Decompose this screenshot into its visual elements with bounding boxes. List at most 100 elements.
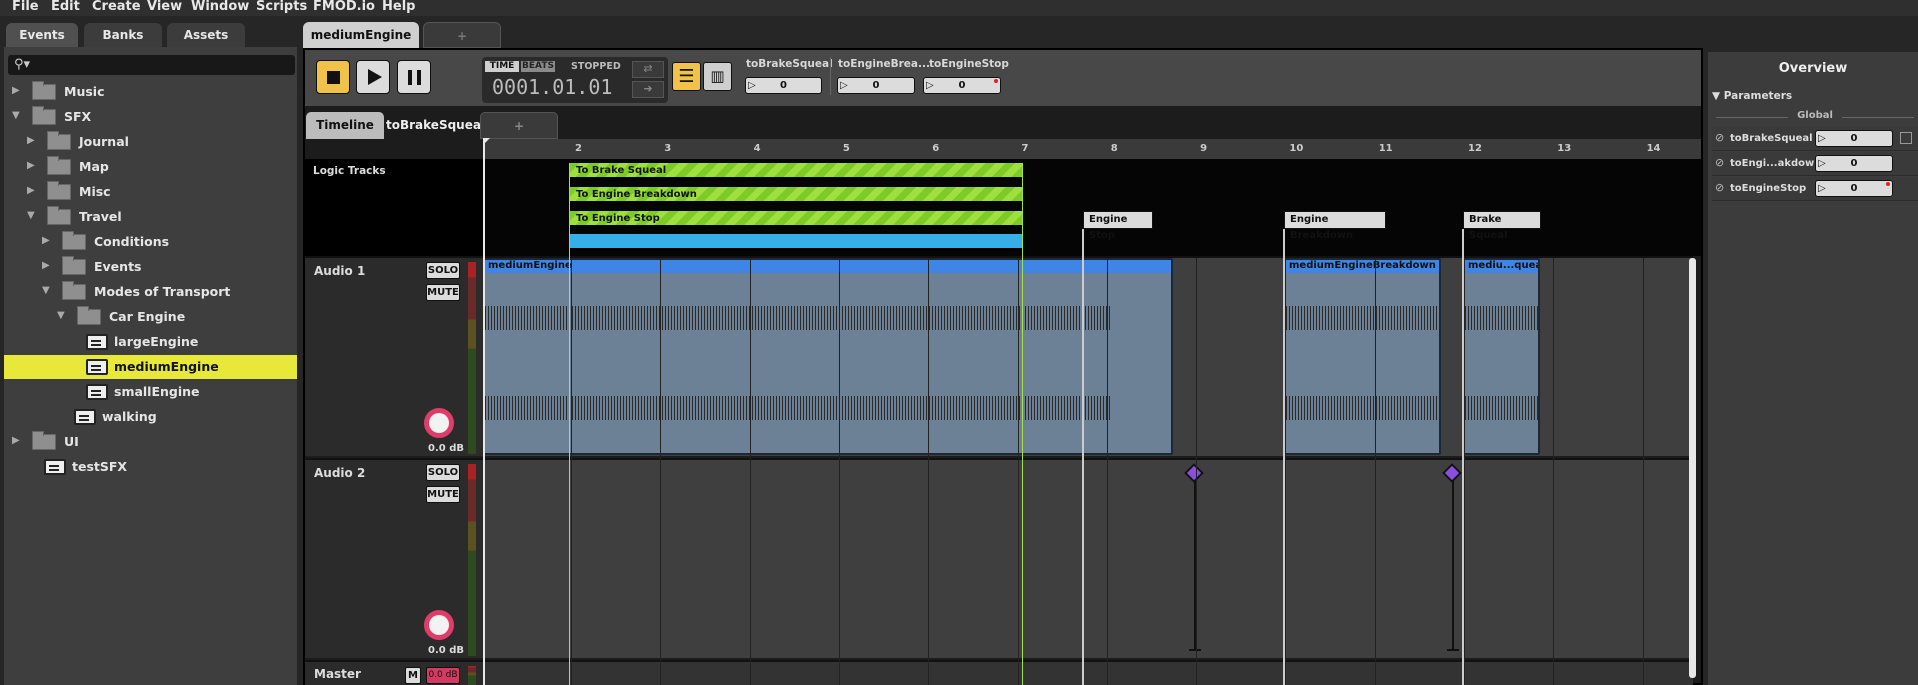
marker-engine-breakdown[interactable]: Engine Breakdown <box>1284 211 1386 241</box>
collapse-arrow-icon[interactable]: ▼ <box>42 285 50 296</box>
tree-item-ui[interactable]: ▶ UI <box>4 430 297 454</box>
param-checkbox[interactable] <box>1900 132 1912 144</box>
tree-item-label: Music <box>64 84 105 99</box>
solo-button[interactable]: SOLO <box>426 262 460 279</box>
ruler-tick: 6 <box>932 143 940 154</box>
menu-view[interactable]: View <box>147 0 182 14</box>
mute-button[interactable]: MUTE <box>426 486 460 503</box>
volume-knob-icon[interactable] <box>424 408 454 438</box>
marker-brake-squeal[interactable]: Brake Squeal <box>1463 211 1541 241</box>
tab-assets[interactable]: Assets <box>167 23 245 47</box>
tab-mediumengine[interactable]: mediumEngine <box>303 22 419 48</box>
param-value-enginestop[interactable]: ▷ 0 <box>923 77 1001 94</box>
follow-icon[interactable]: ➜ <box>632 81 664 98</box>
logic-region-brake-squeal[interactable]: To Brake Squeal <box>570 163 1023 180</box>
folder-icon <box>32 81 56 100</box>
bar-line <box>1196 258 1198 685</box>
overview-param-toenginestop[interactable]: ⊘ toEngineStop ▷ 0 <box>1712 177 1918 201</box>
tree-item-label: UI <box>64 434 79 449</box>
audio-clip-mediumengine[interactable]: mediumEngine <box>483 258 1173 455</box>
tab-timeline[interactable]: Timeline <box>306 112 384 139</box>
folder-icon <box>47 131 71 150</box>
track-header-audio-1[interactable]: Audio 1 SOLO MUTE 0.0 dB <box>305 256 483 456</box>
ruler-tick: 12 <box>1468 143 1482 154</box>
tree-item-conditions[interactable]: ▶ Conditions <box>4 230 297 254</box>
tree-item-map[interactable]: ▶ Map <box>4 155 297 179</box>
collapse-arrow-icon[interactable]: ▼ <box>12 110 20 121</box>
bar-line <box>838 258 840 685</box>
bar-line <box>1106 258 1108 685</box>
tree-item-music[interactable]: ▶ Music <box>4 80 297 104</box>
play-button[interactable] <box>356 60 390 94</box>
menu-scripts[interactable]: Scripts <box>256 0 307 14</box>
expand-arrow-icon[interactable]: ▶ <box>42 235 50 246</box>
mute-button[interactable]: MUTE <box>426 284 460 301</box>
solo-button[interactable]: SOLO <box>426 464 460 481</box>
expand-arrow-icon[interactable]: ▶ <box>12 85 20 96</box>
add-tab-button[interactable]: + <box>423 22 501 48</box>
menu-window[interactable]: Window <box>191 0 249 14</box>
deck-view-icon[interactable]: ▥ <box>703 62 732 91</box>
expand-arrow-icon[interactable]: ▶ <box>27 185 35 196</box>
collapse-arrow-icon[interactable]: ▼ <box>27 210 35 221</box>
expand-arrow-icon[interactable]: ▶ <box>12 435 20 446</box>
audio-clip-brakesqueal[interactable]: mediu...queal <box>1463 258 1540 455</box>
tree-item-travel[interactable]: ▼ Travel <box>4 205 297 229</box>
tree-item-walking[interactable]: walking <box>4 405 297 429</box>
folder-icon <box>77 306 101 325</box>
track-lane-audio-2[interactable] <box>483 458 1693 658</box>
expand-arrow-icon[interactable]: ▶ <box>27 160 35 171</box>
add-sheet-button[interactable]: + <box>480 112 558 139</box>
menu-file[interactable]: File <box>12 0 39 14</box>
tree-item-journal[interactable]: ▶ Journal <box>4 130 297 154</box>
param-value-brakesqueal[interactable]: ▷ 0 <box>745 77 822 94</box>
expand-arrow-icon[interactable]: ▶ <box>42 260 50 271</box>
overview-param-tobrakesqueal[interactable]: ⊘ toBrakeSqueal ▷ 0 <box>1712 127 1918 151</box>
param-value-enginebreakdown[interactable]: ▷ 0 <box>837 77 915 94</box>
logic-region-engine-stop[interactable]: To Engine Stop <box>570 211 1023 228</box>
tree-item-modes-of-transport[interactable]: ▼ Modes of Transport <box>4 280 297 304</box>
expand-arrow-icon[interactable]: ▶ <box>27 135 35 146</box>
overview-param-toenginebreakdown[interactable]: ⊘ toEngi...akdown ▷ 0 <box>1712 152 1918 176</box>
pause-button[interactable] <box>397 60 431 94</box>
menu-create[interactable]: Create <box>92 0 141 14</box>
loop-region[interactable] <box>570 234 1023 250</box>
tree-item-misc[interactable]: ▶ Misc <box>4 180 297 204</box>
tab-banks[interactable]: Banks <box>84 23 162 47</box>
tab-events[interactable]: Events <box>6 23 78 47</box>
menu-help[interactable]: Help <box>382 0 415 14</box>
logic-region-engine-breakdown[interactable]: To Engine Breakdown <box>570 187 1023 204</box>
param-play-icon: ▷ <box>1818 158 1826 169</box>
beats-mode-button[interactable]: BEATS <box>521 61 555 72</box>
volume-knob-icon[interactable] <box>424 610 454 640</box>
tree-item-label: Modes of Transport <box>94 284 231 299</box>
menu-edit[interactable]: Edit <box>51 0 80 14</box>
tree-item-events[interactable]: ▶ Events <box>4 255 297 279</box>
search-input[interactable]: ⚲▾ <box>8 55 295 75</box>
track-header-audio-2[interactable]: Audio 2 SOLO MUTE 0.0 dB <box>305 458 483 658</box>
track-lane-master <box>483 660 1693 685</box>
track-header-master[interactable]: Master M 0.0 dB <box>305 660 483 685</box>
tree-item-car-engine[interactable]: ▼ Car Engine <box>4 305 297 329</box>
collapse-arrow-icon[interactable]: ▼ <box>57 310 65 321</box>
loop-icon[interactable]: ⇄ <box>632 61 664 78</box>
stop-button[interactable] <box>316 60 350 94</box>
timeline-ruler[interactable]: 2 3 4 5 6 7 8 9 10 11 12 13 14 <box>483 139 1701 159</box>
tree-item-mediumengine[interactable]: mediumEngine <box>4 355 297 379</box>
playhead[interactable] <box>483 139 485 685</box>
tab-tobrakesqueal[interactable]: toBrakeSqueal <box>386 112 485 139</box>
list-view-icon[interactable]: ☰ <box>672 62 701 91</box>
audio-clip-mediumenginebreakdown[interactable]: mediumEngineBreakdown <box>1284 258 1441 455</box>
master-volume[interactable]: 0.0 dB <box>426 667 460 684</box>
tree-item-smallengine[interactable]: smallEngine <box>4 380 297 404</box>
tree-item-sfx[interactable]: ▼ SFX <box>4 105 297 129</box>
time-mode-button[interactable]: TIME <box>485 61 519 72</box>
master-mute-button[interactable]: M <box>405 667 421 684</box>
param-header-enginebreakdown: toEngineBrea... <box>838 58 930 70</box>
marker-engine-stop[interactable]: Engine Stop <box>1083 211 1153 241</box>
tree-item-testsfx[interactable]: testSFX <box>4 455 297 479</box>
vertical-scrollbar[interactable] <box>1689 258 1696 678</box>
parameters-section[interactable]: ▼ Parameters <box>1712 90 1918 106</box>
menu-fmod-io[interactable]: FMOD.io <box>313 0 375 14</box>
tree-item-largeengine[interactable]: largeEngine <box>4 330 297 354</box>
